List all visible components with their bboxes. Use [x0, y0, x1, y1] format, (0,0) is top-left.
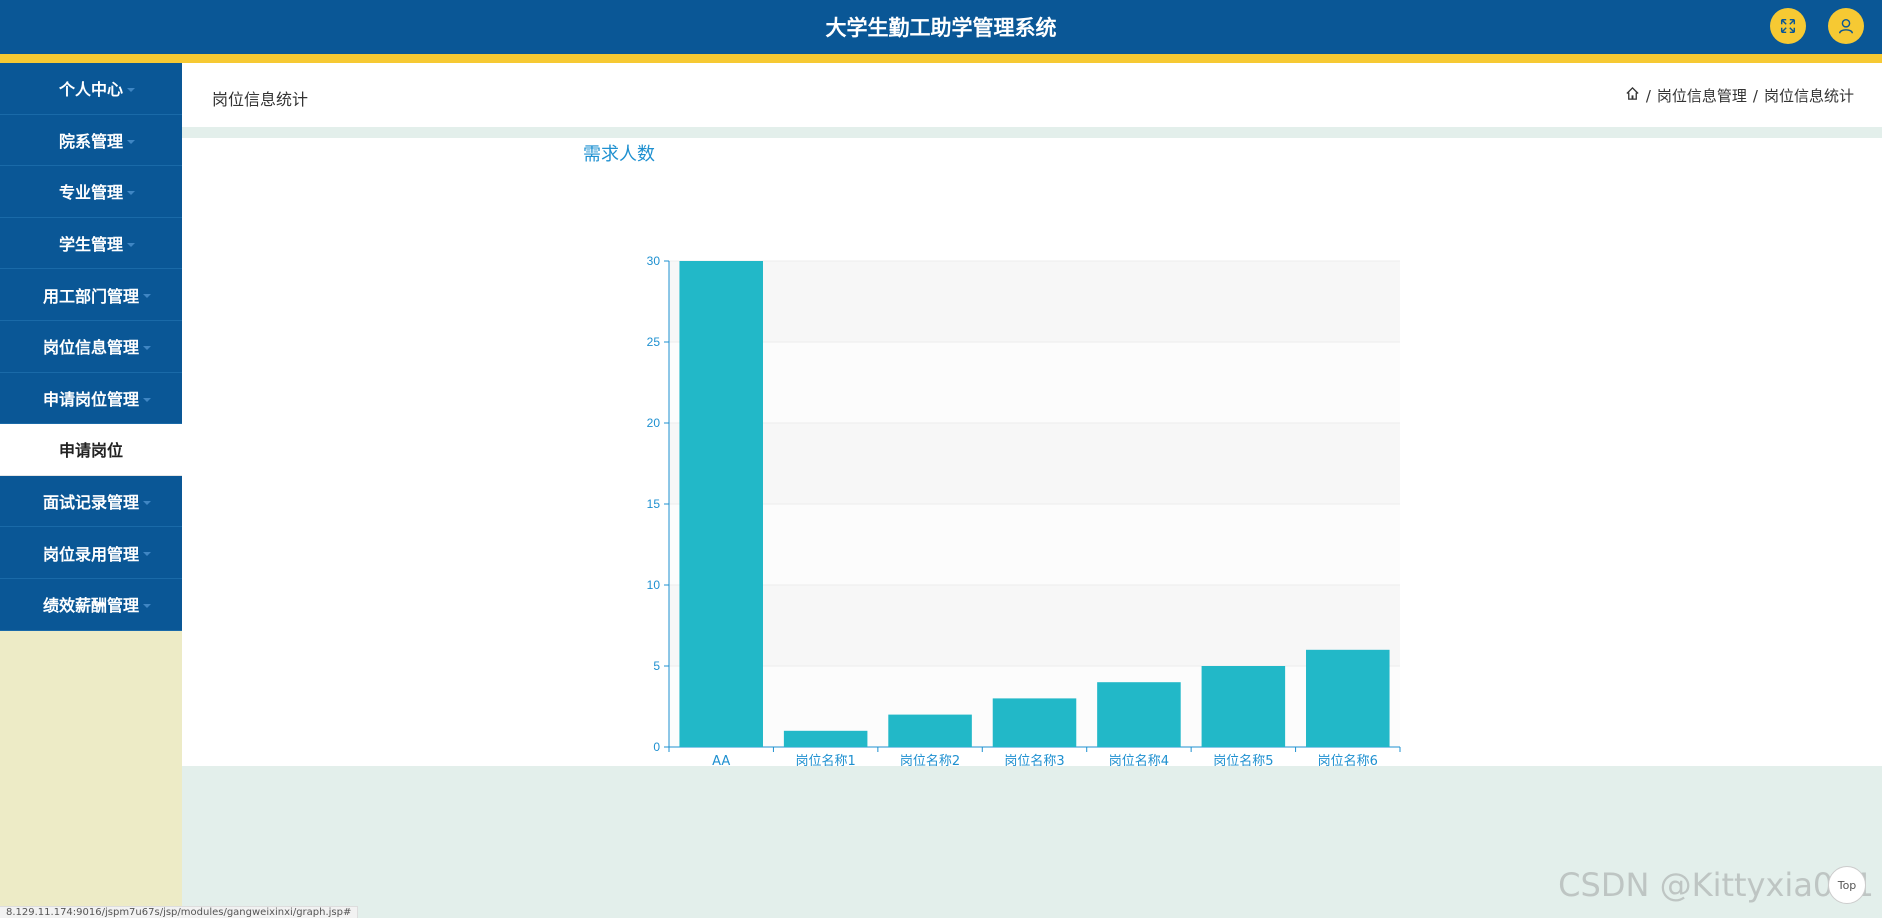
- bar-2: [888, 714, 972, 747]
- bar-6: [1306, 649, 1390, 747]
- status-url: 8.129.11.174:9016/jspm7u67s/jsp/modules/…: [0, 906, 359, 918]
- chevron-down-icon: [143, 552, 151, 557]
- chevron-down-icon: [127, 242, 135, 247]
- grid-band: [669, 585, 1400, 666]
- x-tick-label: 岗位名称6: [1318, 753, 1378, 766]
- bar-3: [992, 698, 1077, 747]
- bar-4: [1097, 682, 1181, 747]
- page-header: 岗位信息统计 / 岗位信息管理 / 岗位信息统计: [182, 63, 1882, 127]
- top-accent-stripe: [0, 54, 1882, 63]
- sidebar-item-5[interactable]: 岗位信息管理: [0, 320, 182, 373]
- sidebar-item-7[interactable]: 申请岗位: [0, 424, 182, 476]
- x-tick-label: 岗位名称5: [1213, 753, 1273, 766]
- breadcrumb-item-post-management[interactable]: 岗位信息管理: [1657, 85, 1747, 106]
- sidebar: 个人中心院系管理专业管理学生管理用工部门管理 岗位信息管理 申请岗位管理 申请岗位面试…: [0, 63, 182, 918]
- bar-chart: 0 5 10 15 20 25 30 AA 岗位名称1 岗位名称2 岗位名称3 岗位名称4 岗位名称5 岗…: [647, 254, 1401, 766]
- y-tick-label: 15: [647, 497, 661, 511]
- user-button[interactable]: [1828, 8, 1864, 44]
- x-tick-label: 岗位名称2: [900, 753, 960, 766]
- user-icon: [1838, 18, 1854, 34]
- sidebar-item-3[interactable]: 学生管理: [0, 217, 182, 270]
- sidebar-item-label: 院系管理: [58, 131, 123, 151]
- sidebar-item-label: 申请岗位管理: [42, 389, 139, 409]
- x-tick-label: 岗位名称3: [1004, 753, 1064, 766]
- y-tick-label: 20: [647, 416, 661, 430]
- watermark: CSDN @Kittyxia001: [1558, 866, 1874, 904]
- sidebar-item-0[interactable]: 个人中心: [0, 63, 182, 115]
- y-tick-label: 30: [647, 254, 661, 268]
- bar-1: [783, 730, 868, 747]
- chevron-down-icon: [143, 294, 151, 299]
- sidebar-item-10[interactable]: 绩效薪酬管理: [0, 578, 182, 631]
- chevron-down-icon: [127, 191, 135, 196]
- sidebar-item-label: 面试记录管理: [42, 493, 139, 513]
- sidebar-item-label: 岗位录用管理: [42, 544, 139, 564]
- app-title: 大学生勤工助学管理系统: [825, 16, 1057, 40]
- chart-card: 需求人数 0 5 10 15 20 25 30 AA 岗位名称1 岗位名称2 岗位名称3 岗位名称4 岗…: [182, 138, 1882, 766]
- chevron-down-icon: [127, 139, 135, 144]
- chevron-down-icon: [143, 603, 151, 608]
- breadcrumb-item-post-stats: 岗位信息统计: [1763, 87, 1854, 105]
- breadcrumb: / 岗位信息管理 / 岗位信息统计: [1625, 85, 1854, 106]
- chevron-down-icon: [143, 345, 151, 350]
- sidebar-item-1[interactable]: 院系管理: [0, 114, 182, 167]
- sidebar-item-8[interactable]: 面试记录管理: [0, 475, 182, 528]
- grid-band: [669, 423, 1400, 504]
- sidebar-item-9[interactable]: 岗位录用管理: [0, 527, 182, 579]
- y-tick-label: 10: [647, 578, 661, 592]
- fullscreen-button[interactable]: [1770, 8, 1806, 44]
- sidebar-item-label: 用工部门管理: [42, 286, 139, 306]
- sidebar-item-4[interactable]: 用工部门管理: [0, 269, 182, 321]
- fullscreen-icon: [1780, 18, 1796, 34]
- bar-0: [679, 261, 763, 747]
- grid-band: [669, 504, 1400, 585]
- home-icon[interactable]: [1625, 86, 1640, 105]
- sidebar-item-label: 个人中心: [58, 80, 123, 100]
- grid-band: [669, 261, 1400, 342]
- x-tick-label: 岗位名称1: [796, 753, 856, 766]
- breadcrumb-separator: /: [1752, 86, 1758, 105]
- sidebar-item-label: 岗位信息管理: [42, 338, 139, 358]
- grid-band: [669, 342, 1400, 423]
- chevron-down-icon: [127, 88, 135, 92]
- x-tick-label: 岗位名称4: [1109, 753, 1169, 766]
- chevron-down-icon: [143, 397, 151, 402]
- y-tick-label: 5: [653, 659, 660, 673]
- chevron-down-icon: [143, 500, 151, 505]
- page-title: 岗位信息统计: [212, 90, 309, 109]
- sidebar-item-2[interactable]: 专业管理: [0, 166, 182, 218]
- back-to-top-button[interactable]: Top: [1828, 866, 1866, 904]
- y-tick-label: 25: [647, 335, 661, 349]
- bar-5: [1201, 666, 1286, 747]
- sidebar-item-6[interactable]: 申请岗位管理: [0, 372, 182, 425]
- y-tick-label: 0: [653, 740, 660, 754]
- x-tick-label: AA: [712, 754, 730, 766]
- sidebar-menu: 个人中心院系管理专业管理学生管理用工部门管理 岗位信息管理 申请岗位管理 申请岗位面试…: [0, 63, 182, 631]
- sidebar-item-label: 申请岗位: [58, 441, 123, 461]
- sidebar-item-label: 专业管理: [58, 183, 123, 203]
- top-bar: 大学生勤工助学管理系统: [0, 0, 1882, 54]
- main-content: 岗位信息统计 / 岗位信息管理 / 岗位信息统计 需求人数 0 5 10 15 20 25…: [182, 63, 1882, 918]
- sidebar-item-label: 绩效薪酬管理: [42, 596, 139, 616]
- breadcrumb-separator: /: [1645, 86, 1651, 105]
- sidebar-item-label: 学生管理: [58, 235, 123, 255]
